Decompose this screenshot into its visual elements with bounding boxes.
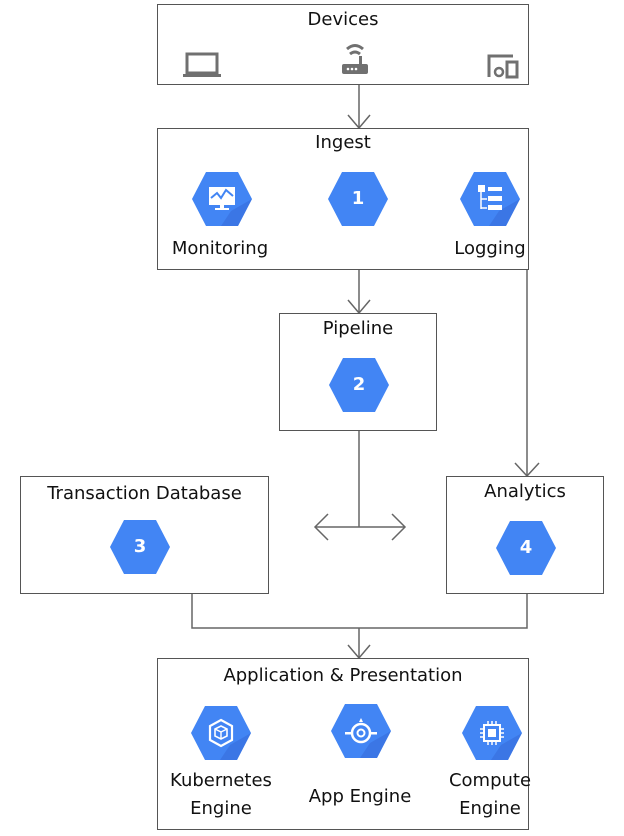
application-presentation-box: Application & Presentation Kubernetes En… xyxy=(157,658,531,830)
step-1-number: 1 xyxy=(351,188,365,209)
devices-box: Devices xyxy=(157,4,529,85)
step-4-number: 4 xyxy=(519,537,533,558)
pipeline-title: Pipeline xyxy=(322,318,394,339)
kubernetes-engine-icon xyxy=(191,706,251,760)
ingest-title: Ingest xyxy=(315,132,371,153)
app-engine-label: App Engine xyxy=(308,786,412,807)
application-presentation-title: Application & Presentation xyxy=(223,665,463,686)
devices-title: Devices xyxy=(307,9,379,30)
compute-engine-icon xyxy=(462,706,522,760)
analytics-title: Analytics xyxy=(484,481,566,502)
logging-label: Logging xyxy=(454,238,526,259)
transaction-database-title: Transaction Database xyxy=(47,483,242,504)
monitoring-icon xyxy=(192,172,252,226)
monitoring-label: Monitoring xyxy=(171,238,269,259)
compute-engine-label-1: Compute xyxy=(448,770,532,791)
laptop-icon xyxy=(183,52,221,77)
devices-icon xyxy=(487,54,519,79)
kubernetes-engine-label-1: Kubernetes xyxy=(170,770,272,791)
connector-db-app xyxy=(191,594,528,629)
analytics-box: Analytics 4 xyxy=(446,476,604,594)
compute-engine-label-2: Engine xyxy=(459,798,521,819)
ingest-box: Ingest Monitoring 1 Logging xyxy=(157,128,529,270)
logging-icon xyxy=(460,172,520,226)
step-3-number: 3 xyxy=(133,536,147,557)
step-2-number: 2 xyxy=(352,374,366,395)
kubernetes-engine-label-2: Engine xyxy=(190,798,252,819)
app-engine-icon xyxy=(331,704,391,758)
transaction-database-box: Transaction Database 3 xyxy=(20,476,269,594)
wifi-router-icon xyxy=(342,44,368,74)
pipeline-box: Pipeline 2 xyxy=(279,313,437,431)
